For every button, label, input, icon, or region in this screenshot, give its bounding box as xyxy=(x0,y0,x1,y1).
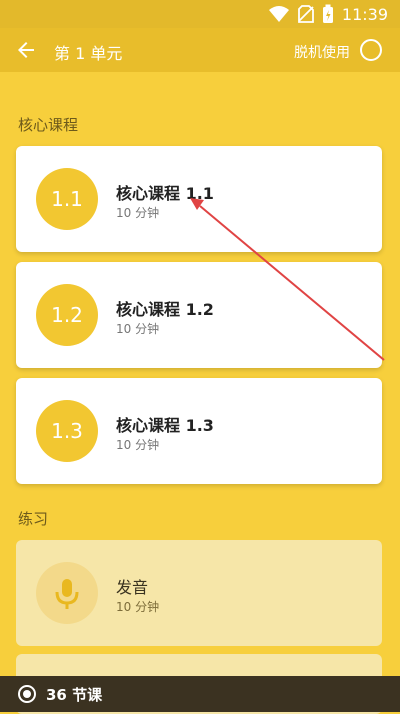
lesson-badge: 1.1 xyxy=(36,168,98,230)
status-bar: 11:39 xyxy=(0,0,400,28)
lesson-count: 36 节课 xyxy=(46,685,103,704)
back-arrow-icon[interactable] xyxy=(14,38,38,62)
lesson-card-1-2[interactable]: 1.2 核心课程 1.2 10 分钟 xyxy=(16,262,382,368)
lesson-duration: 10 分钟 xyxy=(116,206,160,220)
lesson-duration: 10 分钟 xyxy=(116,438,160,452)
lesson-badge: 1.3 xyxy=(36,400,98,462)
lesson-title: 核心课程 1.1 xyxy=(116,184,214,203)
status-icons: 11:39 xyxy=(268,4,388,24)
lesson-title: 核心课程 1.2 xyxy=(116,300,214,319)
no-sim-icon xyxy=(297,5,314,23)
wifi-icon xyxy=(268,6,289,22)
lesson-badge: 1.2 xyxy=(36,284,98,346)
practice-card-pronunciation[interactable]: 发音 10 分钟 xyxy=(16,540,382,646)
battery-icon xyxy=(322,4,333,23)
offline-toggle[interactable] xyxy=(360,39,382,61)
radio-icon xyxy=(18,685,36,703)
clipped-header-text xyxy=(18,68,78,76)
page-title: 第 1 单元 xyxy=(54,44,123,63)
clock: 11:39 xyxy=(341,4,388,24)
practice-duration: 10 分钟 xyxy=(116,600,160,614)
microphone-icon xyxy=(55,579,79,609)
section-label-core: 核心课程 xyxy=(18,116,79,134)
practice-badge xyxy=(36,562,98,624)
lesson-title: 核心课程 1.3 xyxy=(116,416,214,435)
offline-label: 脱机使用 xyxy=(294,45,350,61)
lesson-card-1-1[interactable]: 1.1 核心课程 1.1 10 分钟 xyxy=(16,146,382,252)
practice-title: 发音 xyxy=(116,578,149,597)
section-label-practice: 练习 xyxy=(18,510,49,528)
lesson-card-1-3[interactable]: 1.3 核心课程 1.3 10 分钟 xyxy=(16,378,382,484)
lesson-duration: 10 分钟 xyxy=(116,322,160,336)
bottom-bar[interactable]: 36 节课 xyxy=(0,676,400,712)
app-bar: 第 1 单元 脱机使用 xyxy=(0,28,400,72)
